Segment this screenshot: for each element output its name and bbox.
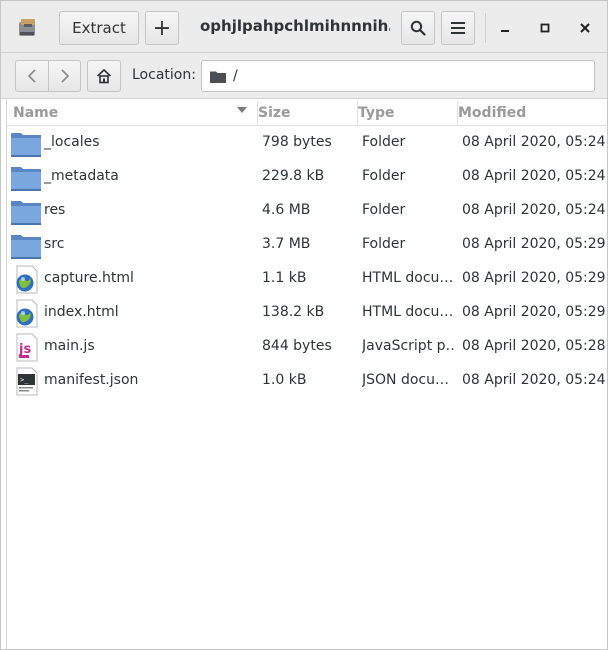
file-modified: 08 April 2020, 05:29 — [462, 304, 606, 320]
file-name: res — [44, 202, 66, 218]
file-row[interactable]: _locales 798 bytes Folder 08 April 2020, 05… — [7, 126, 608, 160]
column-header-type[interactable]: Type — [358, 101, 456, 125]
file-size: 1.0 kB — [262, 372, 307, 388]
file-row[interactable]: src 3.7 MB Folder 08 April 2020, 05:29 — [7, 228, 608, 262]
file-type: Folder — [362, 168, 406, 184]
file-modified: 08 April 2020, 05:24 — [462, 202, 606, 218]
file-size: 844 bytes — [262, 338, 332, 354]
file-row[interactable]: res 4.6 MB Folder 08 April 2020, 05:24 — [7, 194, 608, 228]
add-files-button[interactable]: + — [145, 11, 179, 45]
column-type-label: Type — [358, 105, 395, 121]
file-modified: 08 April 2020, 05:29 — [462, 236, 606, 252]
html-document-icon — [16, 265, 38, 294]
file-name: main.js — [44, 338, 95, 354]
file-size: 229.8 kB — [262, 168, 325, 184]
svg-text:js: js — [18, 342, 31, 357]
menu-button[interactable] — [441, 11, 475, 45]
column-modified-label: Modified — [458, 105, 527, 121]
search-icon — [410, 20, 426, 36]
file-modified: 08 April 2020, 05:24 — [462, 168, 606, 184]
sort-descending-icon — [237, 107, 247, 113]
file-type: JavaScript p… — [362, 338, 454, 354]
maximize-button[interactable] — [531, 14, 559, 42]
archive-window: Extract + ophjlpahpchlmihnnnih… Location… — [0, 0, 608, 650]
file-name: index.html — [44, 304, 119, 320]
file-name: src — [44, 236, 65, 252]
file-list: Name Size Type Modified _locales 798 byte… — [6, 99, 608, 649]
file-modified: 08 April 2020, 05:24 — [462, 134, 606, 150]
file-type: Folder — [362, 134, 406, 150]
column-header-size[interactable]: Size — [258, 101, 356, 125]
header-separator — [485, 13, 486, 43]
file-modified: 08 April 2020, 05:28 — [462, 338, 606, 354]
html-document-icon — [16, 299, 38, 328]
navigation-buttons — [15, 60, 81, 92]
file-name: _locales — [44, 134, 100, 150]
column-name-label: Name — [13, 105, 59, 121]
column-header-name[interactable]: Name — [13, 101, 257, 125]
file-type: Folder — [362, 236, 406, 252]
file-size: 1.1 kB — [262, 270, 307, 286]
chevron-right-icon — [60, 69, 69, 83]
file-name: _metadata — [44, 168, 119, 184]
json-document-icon: >_ — [16, 367, 38, 396]
maximize-icon — [540, 23, 550, 33]
file-row[interactable]: _metadata 229.8 kB Folder 08 April 2020, 05… — [7, 160, 608, 194]
file-type: HTML docu… — [362, 270, 454, 286]
file-size: 138.2 kB — [262, 304, 325, 320]
folder-icon — [11, 133, 41, 157]
file-size: 3.7 MB — [262, 236, 311, 252]
header-bar: Extract + ophjlpahpchlmihnnnih… — [1, 1, 607, 53]
folder-icon — [210, 71, 226, 83]
file-size: 798 bytes — [262, 134, 332, 150]
file-row[interactable]: js main.js 844 bytes JavaScript p… 08 April … — [7, 330, 608, 364]
file-modified: 08 April 2020, 05:24 — [462, 372, 606, 388]
file-size: 4.6 MB — [262, 202, 311, 218]
forward-button[interactable] — [48, 61, 80, 91]
location-path: / — [233, 68, 238, 84]
folder-icon — [11, 167, 41, 191]
file-row[interactable]: >_ manifest.json 1.0 kB JSON docu… 08 April … — [7, 364, 608, 398]
close-button[interactable] — [571, 14, 599, 42]
back-button[interactable] — [16, 61, 48, 91]
javascript-file-icon: js — [16, 333, 38, 362]
file-type: HTML docu… — [362, 304, 454, 320]
file-name: manifest.json — [44, 372, 139, 388]
window-title: ophjlpahpchlmihnnnih… — [200, 17, 390, 35]
svg-text:>_: >_ — [20, 376, 29, 384]
close-icon — [580, 23, 590, 33]
minimize-icon — [501, 30, 509, 32]
extract-button[interactable]: Extract — [59, 11, 139, 45]
file-name: capture.html — [44, 270, 134, 286]
hamburger-menu-icon — [451, 22, 465, 34]
file-row[interactable]: capture.html 1.1 kB HTML docu… 08 April 202… — [7, 262, 608, 296]
file-type: JSON docu… — [362, 372, 449, 388]
archive-manager-icon[interactable] — [15, 14, 41, 40]
chevron-left-icon — [27, 69, 36, 83]
minimize-button[interactable] — [491, 14, 519, 42]
file-type: Folder — [362, 202, 406, 218]
folder-icon — [11, 201, 41, 225]
file-modified: 08 April 2020, 05:29 — [462, 270, 606, 286]
search-button[interactable] — [401, 11, 435, 45]
folder-icon — [11, 235, 41, 259]
column-header-modified[interactable]: Modified — [458, 101, 608, 125]
home-button[interactable] — [87, 60, 121, 92]
column-size-label: Size — [258, 105, 291, 121]
location-label: Location: — [132, 67, 196, 83]
file-row[interactable]: index.html 138.2 kB HTML docu… 08 April 202… — [7, 296, 608, 330]
location-field[interactable]: / — [201, 60, 595, 92]
home-icon — [96, 68, 112, 84]
